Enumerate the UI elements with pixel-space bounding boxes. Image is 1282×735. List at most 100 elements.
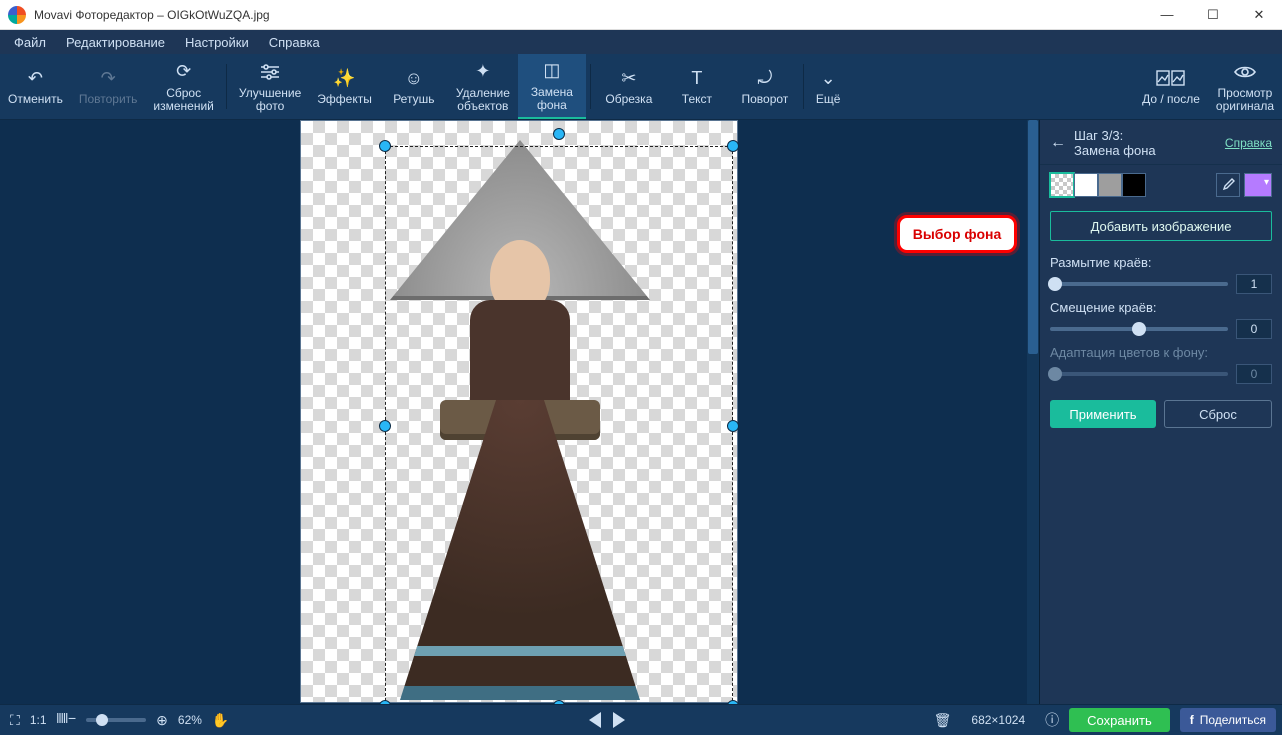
vertical-scrollbar[interactable] (1027, 120, 1039, 704)
trash-icon[interactable]: 🗑 (934, 712, 952, 729)
canvas-area[interactable]: Выбор фона (0, 120, 1040, 704)
status-bar: ⛶ 1:1 𝍭− ⊕ 62% ✋ 🗑 682×1024 ⓘ Сохранить … (0, 704, 1282, 735)
reset-changes-button[interactable]: ⟳ Сброс изменений (145, 54, 221, 119)
handle-middle-left[interactable] (379, 420, 391, 432)
share-label: Поделиться (1200, 713, 1266, 727)
redo-icon: ↷ (101, 67, 116, 89)
apply-button[interactable]: Применить (1050, 400, 1156, 428)
wand-icon: ✨ (333, 67, 355, 89)
face-icon: ☺ (405, 67, 423, 89)
menu-edit[interactable]: Редактирование (56, 32, 175, 53)
effects-label: Эффекты (317, 93, 372, 106)
undo-button[interactable]: ↶ Отменить (0, 54, 71, 119)
text-button[interactable]: T Текст (663, 54, 731, 119)
edge-blur-slider: Размытие краёв: 1 (1040, 251, 1282, 296)
edge-shift-track[interactable] (1050, 327, 1228, 331)
fullscreen-icon[interactable]: ⛶ (10, 712, 20, 729)
remove-objects-button[interactable]: ✦ Удаление объектов (448, 54, 518, 119)
selection-box[interactable] (385, 146, 733, 704)
crop-label: Обрезка (605, 93, 652, 106)
compare-icon (1156, 67, 1186, 89)
main-toolbar: ↶ Отменить ↷ Повторить ⟳ Сброс изменений… (0, 54, 1282, 120)
color-adapt-slider: Адаптация цветов к фону: 0 (1040, 341, 1282, 386)
window-titlebar: Movavi Фоторедактор – OIGkOtWuZQA.jpg — … (0, 0, 1282, 30)
color-adapt-thumb (1048, 367, 1062, 381)
prev-image-button[interactable] (589, 712, 601, 728)
eyedropper-button[interactable] (1216, 173, 1240, 197)
background-replace-button[interactable]: ◫ Замена фона (518, 54, 586, 119)
redo-button: ↷ Повторить (71, 54, 146, 119)
menu-settings[interactable]: Настройки (175, 32, 259, 53)
panel-help-link[interactable]: Справка (1225, 136, 1272, 150)
background-icon: ◫ (543, 60, 560, 82)
eye-icon (1233, 61, 1257, 83)
window-close-button[interactable]: ✕ (1236, 0, 1282, 30)
callout-background-choice: Выбор фона (897, 215, 1017, 253)
before-after-button[interactable]: До / после (1134, 54, 1208, 119)
swatch-transparent[interactable] (1050, 173, 1074, 197)
hand-tool-icon[interactable]: ✋ (212, 712, 229, 729)
reset-button[interactable]: Сброс (1164, 400, 1272, 428)
effects-button[interactable]: ✨ Эффекты (309, 54, 380, 119)
image-dimensions: 682×1024 (961, 713, 1035, 727)
window-minimize-button[interactable]: — (1144, 0, 1190, 30)
text-label: Текст (682, 93, 712, 106)
enhance-label: Улучшение фото (239, 87, 301, 113)
more-label: Ещё (816, 93, 841, 106)
handle-top-left[interactable] (379, 140, 391, 152)
save-button[interactable]: Сохранить (1069, 708, 1170, 732)
rotate-label: Поворот (741, 93, 788, 106)
retouch-button[interactable]: ☺ Ретушь (380, 54, 448, 119)
text-icon: T (691, 67, 702, 89)
edge-blur-thumb[interactable] (1048, 277, 1062, 291)
edge-shift-thumb[interactable] (1132, 322, 1146, 336)
edge-shift-value[interactable]: 0 (1236, 319, 1272, 339)
sliders-icon (259, 61, 281, 83)
edge-blur-track[interactable] (1050, 282, 1228, 286)
bgreplace-label: Замена фона (531, 86, 573, 112)
remove-label: Удаление объектов (456, 87, 510, 113)
add-image-button[interactable]: Добавить изображение (1050, 211, 1272, 241)
zoom-in-icon[interactable]: ⊕ (156, 712, 168, 729)
enhance-button[interactable]: Улучшение фото (231, 54, 309, 119)
view-original-button[interactable]: Просмотр оригинала (1208, 54, 1282, 119)
menu-bar: Файл Редактирование Настройки Справка (0, 30, 1282, 54)
menu-help[interactable]: Справка (259, 32, 330, 53)
scrollbar-thumb[interactable] (1028, 120, 1038, 354)
zoom-percent: 62% (178, 713, 202, 727)
compare-label: До / после (1142, 93, 1200, 106)
color-picker-button[interactable] (1244, 173, 1272, 197)
menu-file[interactable]: Файл (4, 32, 56, 53)
sidebar-panel: ← Шаг 3/3: Замена фона Справка Добавить … (1040, 120, 1282, 704)
handle-middle-right[interactable] (727, 420, 739, 432)
swatch-black[interactable] (1122, 173, 1146, 197)
reset-icon: ⟳ (176, 61, 191, 83)
color-adapt-track (1050, 372, 1228, 376)
swatch-gray[interactable] (1098, 173, 1122, 197)
zoom-thumb[interactable] (96, 714, 108, 726)
panel-title: Замена фона (1074, 143, 1225, 158)
share-button[interactable]: f Поделиться (1180, 708, 1276, 732)
panel-back-button[interactable]: ← (1050, 134, 1066, 152)
fit-actual-button[interactable]: 1:1 (30, 713, 47, 727)
zoom-out-icon[interactable]: 𝍭− (57, 708, 77, 732)
edge-blur-value[interactable]: 1 (1236, 274, 1272, 294)
background-swatches (1040, 165, 1282, 205)
handle-top-right[interactable] (727, 140, 739, 152)
zoom-slider[interactable] (86, 718, 146, 722)
edge-blur-label: Размытие краёв: (1050, 255, 1272, 270)
reset-label: Сброс изменений (153, 87, 213, 113)
redo-label: Повторить (79, 93, 138, 106)
info-icon[interactable]: ⓘ (1045, 710, 1059, 730)
window-maximize-button[interactable]: ☐ (1190, 0, 1236, 30)
next-image-button[interactable] (613, 712, 625, 728)
callout-label: Выбор фона (913, 226, 1002, 242)
more-tools-button[interactable]: ⌄ Ещё (808, 54, 849, 119)
rotate-button[interactable]: ⤾ Поворот (731, 54, 799, 119)
handle-top-middle[interactable] (553, 128, 565, 140)
panel-step: Шаг 3/3: (1074, 128, 1225, 143)
chevron-down-icon: ⌄ (821, 67, 836, 89)
edge-shift-slider: Смещение краёв: 0 (1040, 296, 1282, 341)
swatch-white[interactable] (1074, 173, 1098, 197)
crop-button[interactable]: ✂ Обрезка (595, 54, 663, 119)
